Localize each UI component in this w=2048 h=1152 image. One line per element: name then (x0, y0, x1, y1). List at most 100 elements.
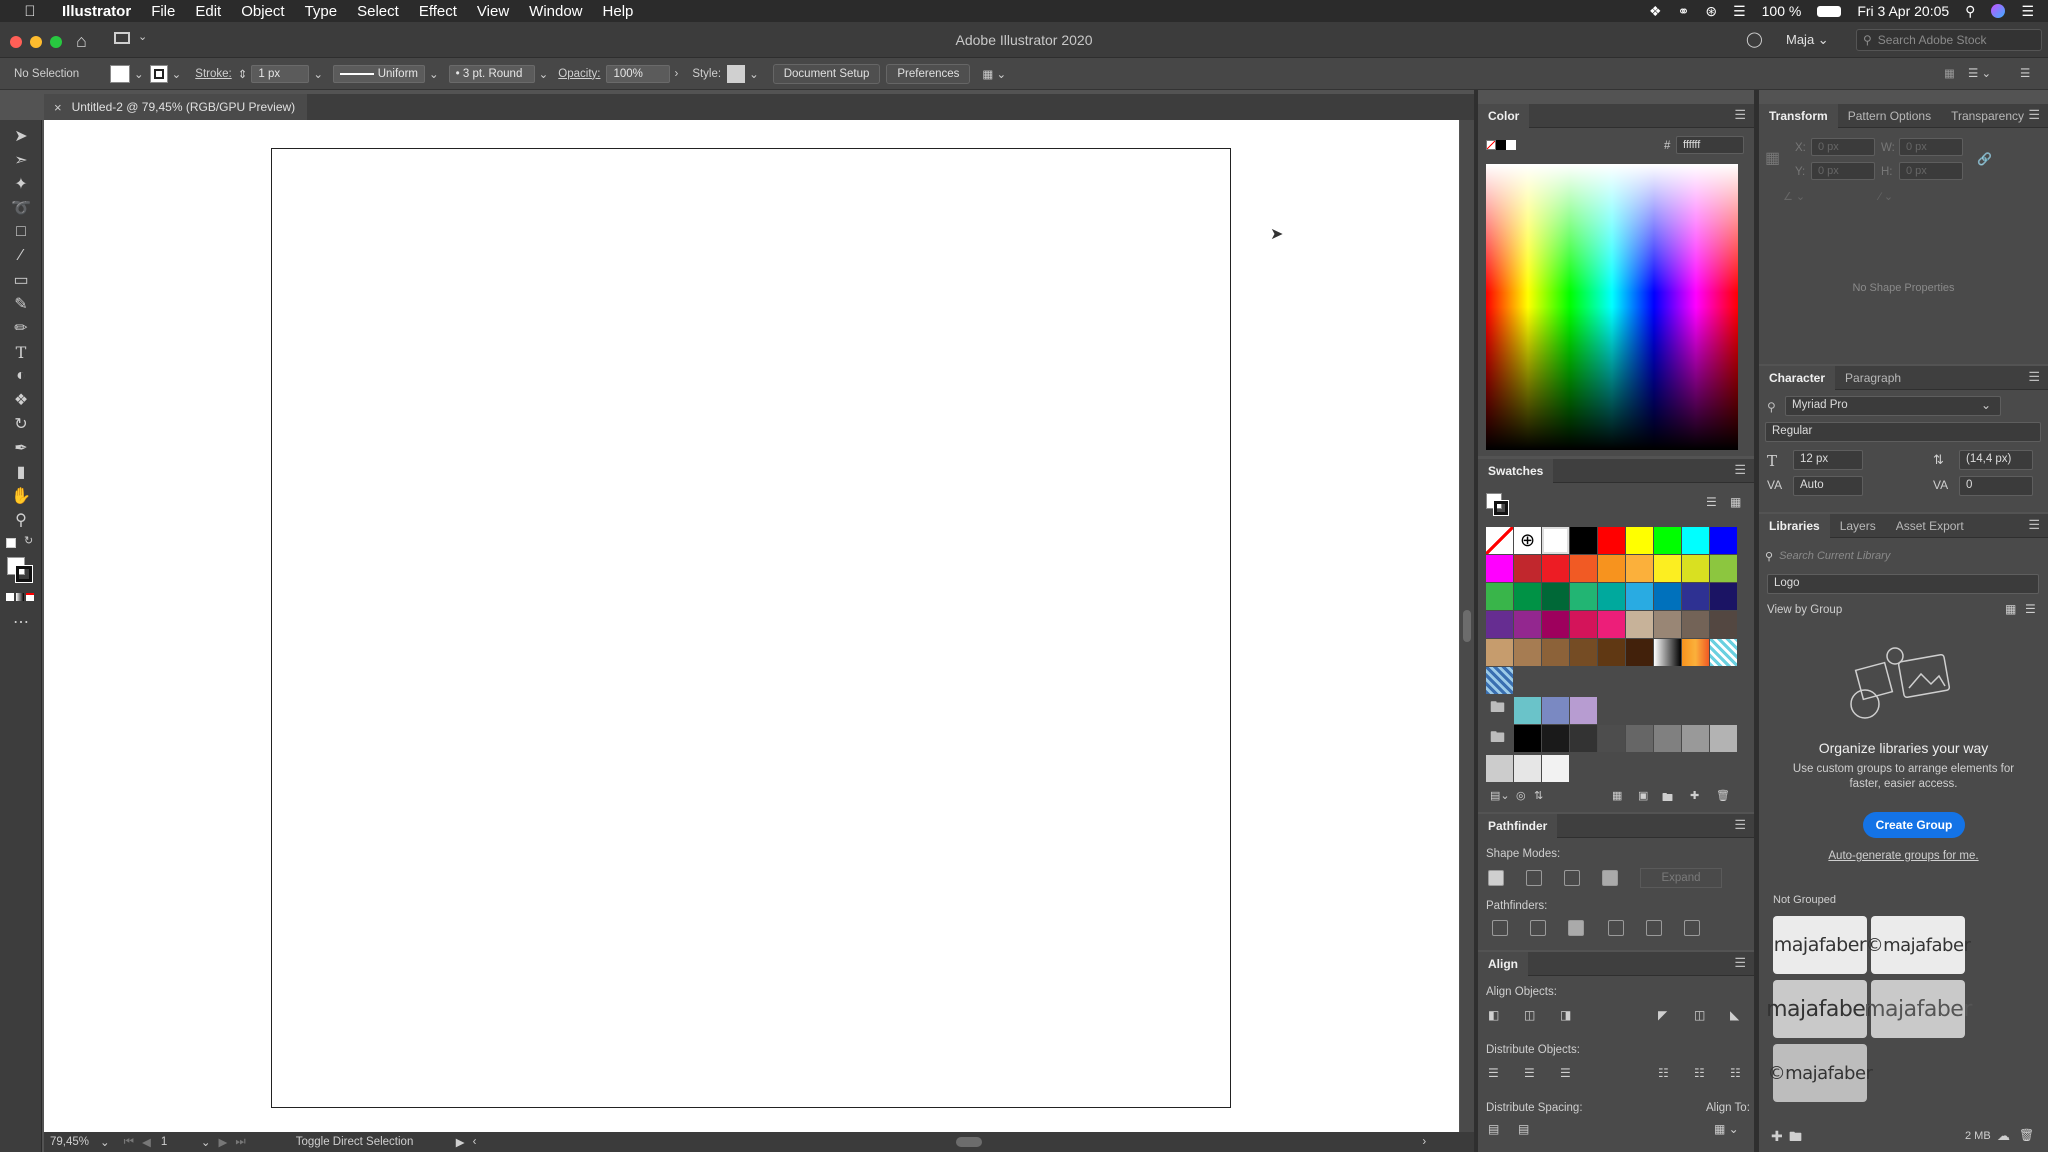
leading-field[interactable]: (14,4 px) (1959, 450, 2033, 470)
preferences-button[interactable]: Preferences (886, 63, 971, 84)
user-menu[interactable]: Maja ⌄ (1786, 32, 1829, 48)
align-panel-tab[interactable]: Align (1478, 951, 1528, 976)
horizontal-distribute-right-icon[interactable]: ☷ (1730, 1066, 1741, 1080)
color-swatch[interactable] (1486, 583, 1513, 610)
tab-character[interactable]: Character (1759, 365, 1836, 390)
rotate-tool-icon[interactable]: ↻ (10, 414, 32, 434)
gray-swatch[interactable] (1542, 755, 1569, 782)
color-panel-tab[interactable]: Color (1478, 103, 1530, 128)
reference-point-icon[interactable]: ▦ (1765, 148, 1780, 168)
zoom-dropdown-icon[interactable]: ⌄ (100, 1135, 110, 1149)
constrain-proportions-icon[interactable]: 🔗 (1977, 152, 1992, 166)
logo-asset-thumbnail[interactable]: majafaber (1773, 916, 1867, 974)
tab-transparency[interactable]: Transparency (1941, 104, 2034, 128)
menu-select[interactable]: Select (357, 3, 399, 20)
color-swatch[interactable] (1626, 611, 1653, 638)
font-style-field[interactable]: Regular (1765, 422, 2041, 442)
gray-swatch[interactable] (1486, 755, 1513, 782)
gray-swatch[interactable] (1570, 725, 1597, 752)
stroke-swatch[interactable]: ⌄ (149, 64, 181, 83)
rectangle-tool-icon[interactable]: ▭ (10, 270, 32, 290)
document-setup-button[interactable]: Document Setup (772, 63, 881, 84)
show-swatch-kinds-icon[interactable]: ◎ (1516, 789, 1526, 802)
lasso-tool-icon[interactable]: ➰ (10, 198, 32, 218)
menu-help[interactable]: Help (603, 3, 634, 20)
artboard-tool-icon[interactable]: □ (10, 222, 32, 242)
libraries-panel-menu-icon[interactable]: ☰ (2028, 518, 2040, 531)
color-swatch[interactable] (1654, 527, 1681, 554)
siri-icon[interactable] (1991, 4, 2006, 18)
gray-swatch[interactable] (1514, 725, 1541, 752)
next-artboard-icon[interactable]: ▶ (219, 1135, 228, 1149)
gradient-mode-icon[interactable] (16, 593, 24, 601)
color-mode-icon[interactable] (6, 593, 14, 601)
artboard-dropdown-icon[interactable]: ⌄ (201, 1135, 211, 1149)
font-size-field[interactable]: 12 px (1793, 450, 1863, 470)
w-field[interactable]: 0 px (1899, 138, 1963, 156)
swatches-panel-tab[interactable]: Swatches (1478, 458, 1554, 483)
menu-view[interactable]: View (477, 3, 509, 20)
fill-swatch[interactable]: ⌄ (110, 64, 144, 83)
view-by-group-dropdown[interactable]: View by Group (1767, 604, 1842, 616)
selection-tool-icon[interactable]: ➤ (10, 126, 32, 146)
vertical-distribute-top-icon[interactable]: ☰ (1488, 1066, 1499, 1080)
color-swatch[interactable] (1598, 583, 1625, 610)
zoom-level[interactable]: 79,45% (50, 1136, 100, 1148)
new-group-folder-icon[interactable]: 🖿 (1789, 1128, 1802, 1150)
new-swatch-icon[interactable]: ✚ (1690, 789, 1699, 802)
unite-icon[interactable] (1488, 870, 1504, 886)
color-swatch[interactable] (1682, 611, 1709, 638)
type-tool-icon[interactable]: T (10, 342, 32, 362)
status-hint[interactable]: Toggle Direct Selection (296, 1136, 456, 1148)
color-panel-menu-icon[interactable]: ☰ (1734, 108, 1746, 121)
color-swatch[interactable] (1710, 555, 1737, 582)
white-swatch[interactable] (1506, 140, 1516, 150)
color-group-folder-icon[interactable]: 🖿 (1490, 697, 1505, 722)
creative-cloud-icon[interactable]: ⚭ (1678, 3, 1690, 20)
new-color-group-from-selection-icon[interactable]: ▣ (1638, 789, 1648, 802)
list-view-icon[interactable]: ☰ (1706, 495, 1717, 509)
graphic-style-picker[interactable]: ⌄ (727, 64, 759, 83)
grid-view-icon[interactable]: ▦ (2005, 602, 2016, 616)
color-swatch[interactable] (1542, 583, 1569, 610)
tracking-field[interactable]: 0 (1959, 476, 2033, 496)
brush-definition[interactable]: • 3 pt. Round ⌄ (448, 64, 548, 83)
menu-file[interactable]: File (151, 3, 175, 20)
exclude-icon[interactable] (1602, 870, 1618, 886)
menu-window[interactable]: Window (529, 3, 582, 20)
minus-back-icon[interactable] (1684, 920, 1700, 936)
color-swatch[interactable] (1542, 555, 1569, 582)
vertical-align-bottom-icon[interactable]: ◣ (1730, 1008, 1739, 1022)
shear-angle-field[interactable]: ∕ ⌄ (1879, 190, 1969, 206)
kerning-field[interactable]: Auto (1793, 476, 1863, 496)
apple-menu-icon[interactable]:  (20, 3, 40, 20)
minus-front-icon[interactable] (1526, 870, 1542, 886)
swatch-libraries-menu-icon[interactable]: ▤⌄ (1490, 789, 1510, 802)
swatch-stroke-box[interactable] (1493, 500, 1509, 516)
horizontal-scrollbar-thumb[interactable] (956, 1137, 983, 1147)
zoom-tool-icon[interactable]: ⚲ (10, 510, 32, 530)
isolate-icon[interactable]: ▦ (1944, 66, 1955, 80)
line-tool-icon[interactable]: ∕ (10, 246, 32, 266)
stroke-weight-field[interactable]: ⇕ 1 px ⌄ (238, 64, 323, 83)
tab-asset-export[interactable]: Asset Export (1886, 514, 1974, 538)
direct-selection-tool-icon[interactable]: ➣ (10, 150, 32, 170)
logo-asset-thumbnail[interactable]: majafaber (1766, 980, 1874, 1038)
align-to-dropdown[interactable]: ▦ ⌄ (1714, 1122, 1739, 1136)
tab-paragraph[interactable]: Paragraph (1835, 366, 1911, 390)
group-swatch[interactable] (1542, 697, 1569, 724)
grid-view-icon[interactable]: ▦ (1730, 495, 1741, 509)
bluetooth-icon[interactable]: ⊛ (1705, 3, 1717, 20)
stock-search-field[interactable]: ⚲ Search Adobe Stock (1856, 29, 2042, 51)
gradient-swatch[interactable] (1682, 639, 1709, 666)
color-swatch[interactable] (1710, 583, 1737, 610)
gradient-swatch[interactable] (1654, 639, 1681, 666)
previous-artboard-icon[interactable]: ◀ (142, 1135, 151, 1149)
horizontal-scroll-left-icon[interactable]: ‹ (473, 1136, 477, 1148)
horizontal-scroll-right-icon[interactable]: › (1422, 1136, 1426, 1148)
color-swatch[interactable] (1598, 639, 1625, 666)
rotate-angle-field[interactable]: ∠ ⌄ (1783, 190, 1873, 206)
transform-panel-menu-icon[interactable]: ☰ (2028, 108, 2040, 121)
trim-icon[interactable] (1530, 920, 1546, 936)
color-swatch[interactable] (1654, 611, 1681, 638)
